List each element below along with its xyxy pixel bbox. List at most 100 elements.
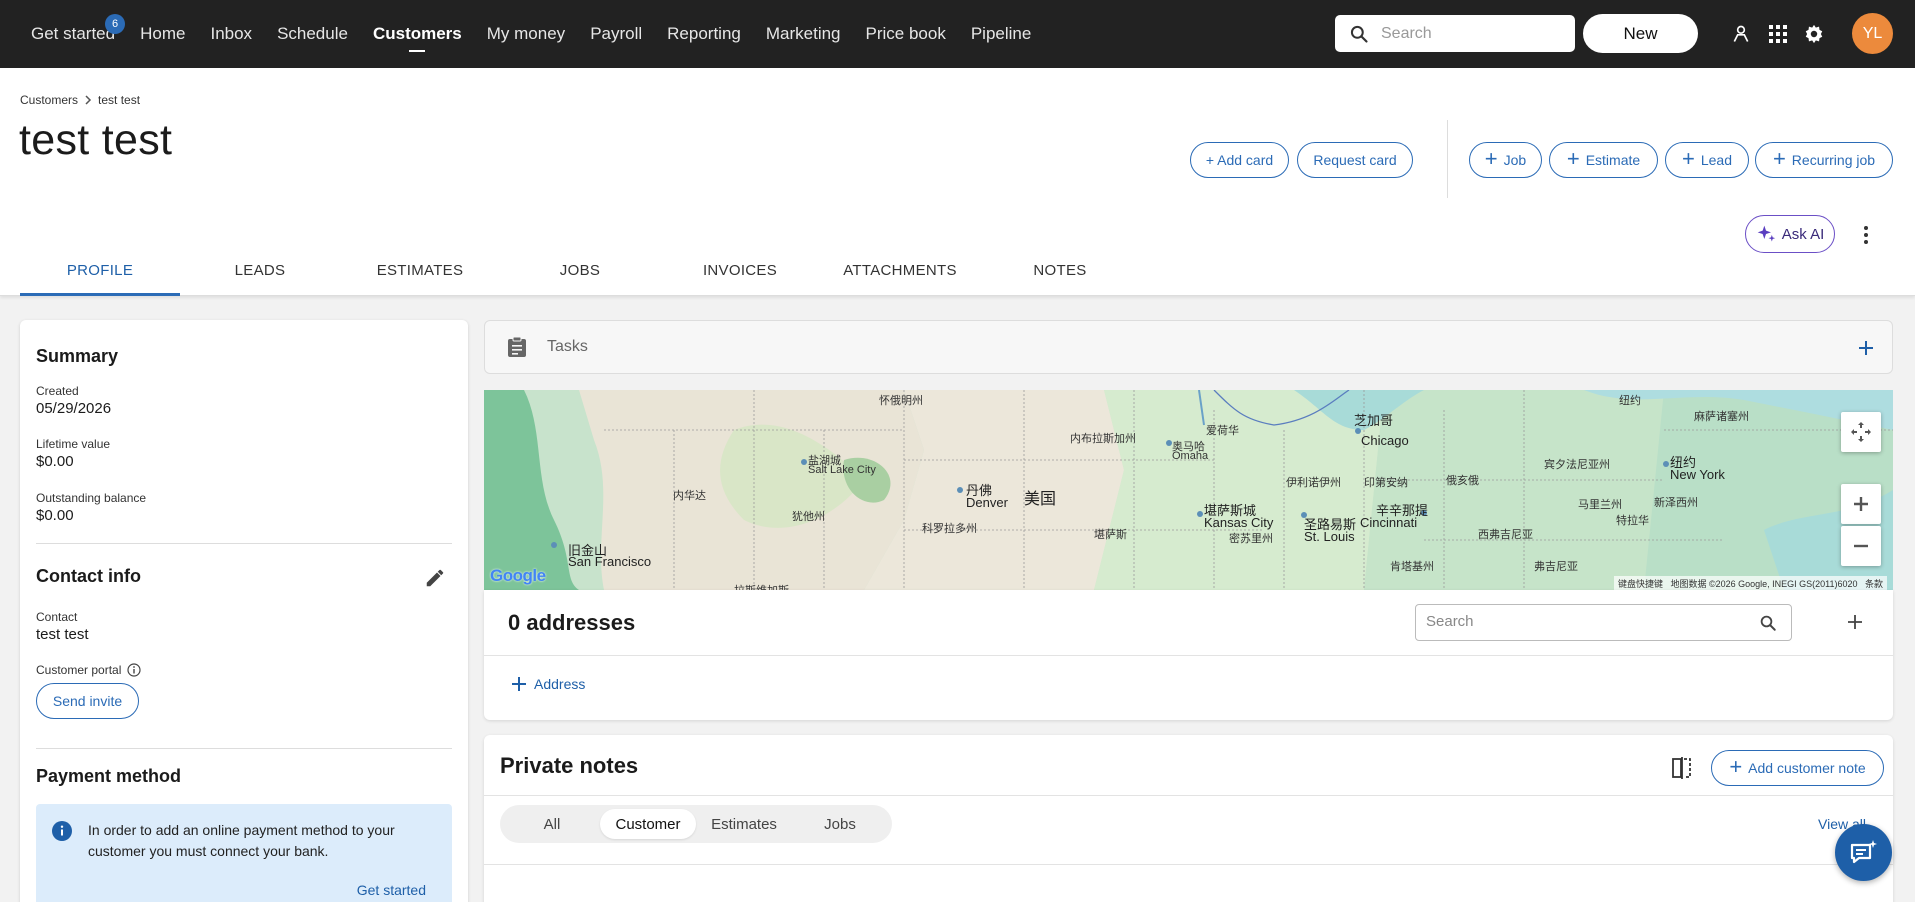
addresses-title: 0 addresses: [508, 610, 636, 635]
add-card-button[interactable]: + Add card: [1190, 142, 1289, 178]
customer-map[interactable]: 怀俄明州 内布拉斯加州 爱荷华 芝加哥 Chicago 纽约 麻萨诸塞州 盐湖城…: [484, 390, 1893, 590]
edit-pencil-icon[interactable]: [424, 567, 446, 589]
add-address-link[interactable]: Address: [512, 676, 585, 692]
page-title: test test: [19, 116, 173, 164]
lifetime-value: $0.00: [36, 453, 74, 470]
map-label: 俄亥俄: [1446, 475, 1479, 487]
search-icon: [1760, 615, 1776, 631]
chevron-right-icon: [85, 95, 92, 105]
map-label: Omaha: [1172, 450, 1209, 462]
map-label: 纽约: [1619, 395, 1641, 407]
avatar[interactable]: YL: [1852, 13, 1893, 54]
map-label: 芝加哥: [1354, 413, 1394, 428]
tab-jobs[interactable]: JOBS: [500, 252, 660, 296]
notes-filter: All Customer Estimates Jobs: [500, 805, 892, 843]
add-customer-note-button[interactable]: + Add customer note: [1711, 750, 1884, 786]
nav-reporting[interactable]: Reporting: [667, 24, 741, 44]
map-label: San Francisco: [568, 554, 652, 569]
map-label: 内华达: [673, 490, 706, 502]
more-options-icon[interactable]: [1862, 226, 1870, 244]
map-label: 密苏里州: [1229, 533, 1273, 545]
map-label: 西弗吉尼亚: [1478, 529, 1533, 541]
tasks-label: Tasks: [547, 338, 588, 355]
tab-leads[interactable]: LEADS: [180, 252, 340, 296]
nav-pipeline[interactable]: Pipeline: [971, 24, 1032, 44]
tab-estimates[interactable]: ESTIMATES: [340, 252, 500, 296]
nav-inbox[interactable]: Inbox: [210, 24, 252, 44]
bell-icon[interactable]: [1678, 22, 1702, 46]
breadcrumb-current: test test: [98, 93, 141, 107]
customer-header: Customers test test test test + Add card…: [0, 68, 1915, 296]
ask-ai-button[interactable]: Ask AI: [1745, 215, 1835, 253]
nav-payroll[interactable]: Payroll: [590, 24, 642, 44]
map-label: 宾夕法尼亚州: [1544, 459, 1610, 471]
sparkle-icon: [1757, 225, 1775, 242]
ask-ai-label: Ask AI: [1781, 225, 1825, 243]
fullscreen-toggle-icon[interactable]: [1841, 412, 1881, 452]
split-view-icon[interactable]: [1672, 757, 1692, 779]
filter-estimates[interactable]: Estimates: [696, 809, 792, 839]
map-label: 肯塔基州: [1390, 561, 1434, 573]
tab-invoices[interactable]: INVOICES: [660, 252, 820, 296]
divider: [484, 655, 1893, 656]
filter-all[interactable]: All: [504, 809, 600, 839]
map-label: New York: [1670, 467, 1725, 482]
nav-get-started[interactable]: Get started 6: [31, 14, 126, 44]
map-label: 马里兰州: [1578, 499, 1622, 511]
add-lead-button[interactable]: + Lead: [1665, 142, 1749, 178]
nav-marketing[interactable]: Marketing: [766, 24, 841, 44]
map-label: 麻萨诸塞州: [1694, 411, 1749, 423]
contact-info-title: Contact info: [36, 566, 141, 586]
apps-grid-icon[interactable]: [1766, 22, 1790, 46]
map-label: Denver: [966, 495, 1008, 510]
plus-icon: +: [1566, 146, 1580, 171]
chat-sparkle-icon: [1850, 839, 1877, 863]
nav-home[interactable]: Home: [140, 24, 185, 44]
add-address-plus-icon[interactable]: [1847, 614, 1863, 630]
nav-price-book[interactable]: Price book: [866, 24, 946, 44]
payment-method-title: Payment method: [36, 766, 182, 786]
breadcrumb: Customers test test: [20, 93, 140, 107]
nav-schedule[interactable]: Schedule: [277, 24, 348, 44]
google-logo: Google: [490, 566, 546, 585]
map-label: 爱荷华: [1206, 425, 1239, 437]
breadcrumb-customers[interactable]: Customers: [20, 93, 78, 107]
divider: [484, 795, 1893, 796]
map-label: 印第安纳: [1364, 477, 1408, 489]
add-estimate-button[interactable]: + Estimate: [1549, 142, 1658, 178]
add-recurring-job-label: Recurring job: [1791, 152, 1876, 168]
section-divider: [36, 748, 452, 749]
nav-get-started-label: Get started: [31, 24, 116, 43]
map-attribution: 键盘快捷键 地图数据 ©2026 Google, INEGI GS(2011)6…: [1613, 576, 1887, 590]
global-search-input[interactable]: [1381, 24, 1551, 43]
add-recurring-job-button[interactable]: + Recurring job: [1755, 142, 1893, 178]
nav-my-money[interactable]: My money: [487, 24, 565, 44]
tab-notes[interactable]: NOTES: [980, 252, 1140, 296]
get-started-link[interactable]: Get started: [357, 882, 426, 898]
section-divider: [36, 543, 452, 544]
filter-customer[interactable]: Customer: [600, 809, 696, 839]
address-search-input[interactable]: [1426, 613, 1736, 630]
global-search[interactable]: [1335, 15, 1575, 52]
user-icon[interactable]: [1729, 22, 1753, 46]
request-card-button[interactable]: Request card: [1297, 142, 1413, 178]
chat-support-button[interactable]: [1835, 824, 1892, 881]
addresses-card: 0 addresses Address: [484, 590, 1893, 720]
filter-jobs[interactable]: Jobs: [792, 809, 888, 839]
gear-icon[interactable]: [1802, 22, 1826, 46]
add-job-label: Job: [1503, 152, 1527, 168]
address-search[interactable]: [1415, 604, 1792, 641]
tab-attachments[interactable]: ATTACHMENTS: [820, 252, 980, 296]
tab-profile[interactable]: PROFILE: [20, 252, 180, 296]
info-outline-icon[interactable]: [127, 663, 141, 677]
add-job-button[interactable]: + Job: [1469, 142, 1542, 178]
zoom-out-icon[interactable]: [1841, 526, 1881, 566]
send-invite-button[interactable]: Send invite: [36, 683, 139, 719]
tasks-bar[interactable]: Tasks: [484, 320, 1893, 374]
map-label: 拉斯维加斯: [734, 582, 789, 590]
plus-icon: +: [1772, 146, 1786, 171]
zoom-in-icon[interactable]: [1841, 484, 1881, 524]
nav-customers[interactable]: Customers: [373, 24, 462, 44]
outstanding-balance-value: $0.00: [36, 507, 74, 524]
add-task-plus-icon[interactable]: [1858, 340, 1874, 356]
